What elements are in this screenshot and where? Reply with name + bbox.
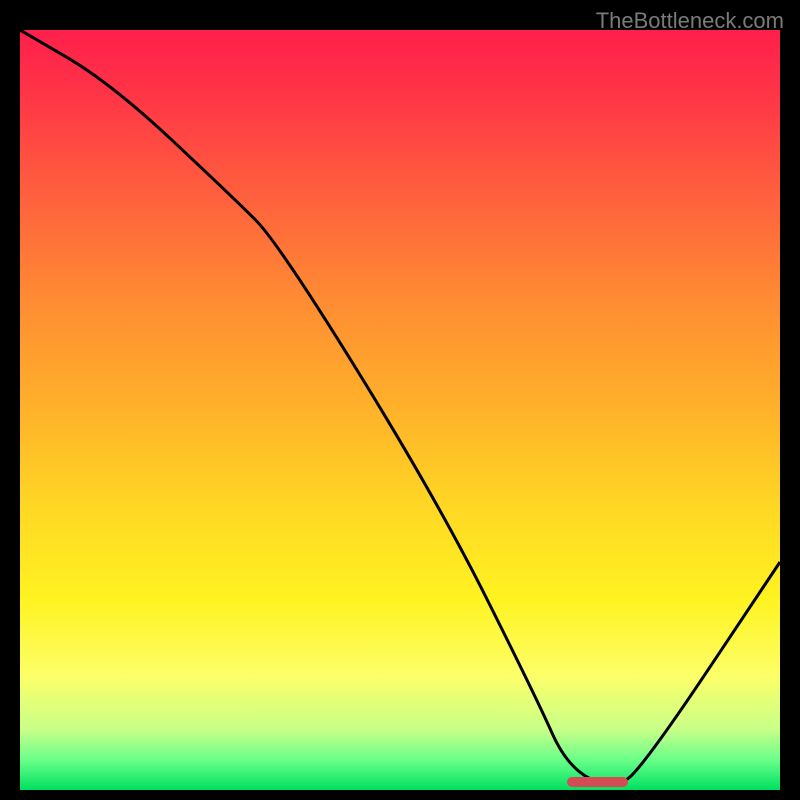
bottleneck-curve-path <box>20 30 780 784</box>
chart-line-svg <box>20 30 780 790</box>
optimal-marker <box>567 777 628 787</box>
